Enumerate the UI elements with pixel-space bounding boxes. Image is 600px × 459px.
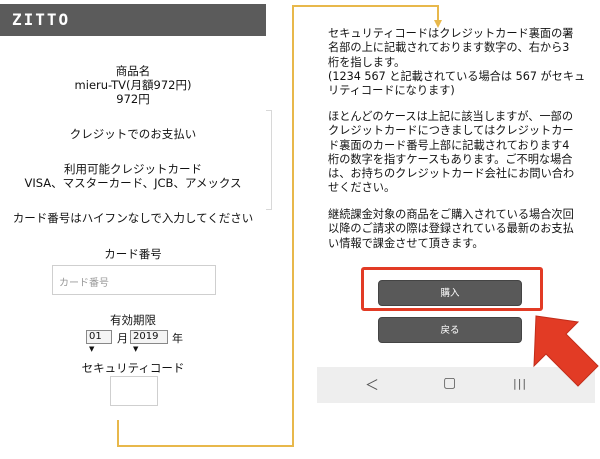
info-line: リティコードになります): [328, 84, 455, 98]
security-info-paragraph: セキュリティコードはクレジットカード裏面の署 名部の上に記載されております数字の…: [328, 27, 590, 98]
info-line: い情報で課金させて頂きます。: [328, 236, 484, 250]
back-button[interactable]: 戻る: [378, 317, 522, 343]
billing-info-paragraph: 継続課金対象の商品をご購入されている場合次回 以降のご請求の際は登録されている最…: [328, 208, 590, 251]
security-exception-paragraph: ほとんどのケースは上記に該当しますが、一部の クレジットカードにつきましてはクレ…: [328, 110, 590, 196]
info-line: 桁を指します。: [328, 55, 406, 69]
info-line: (1234 567 と記載されている場合は 567 がセキュ: [328, 69, 586, 83]
nav-home-icon[interactable]: ▢: [443, 375, 456, 391]
info-line: クレジットカードにつきましてはクレジットカー: [328, 124, 574, 138]
info-line: 継続課金対象の商品をご購入されている場合次回: [328, 208, 574, 221]
info-line: ほとんどのケースは上記に該当しますが、一部の: [328, 110, 574, 123]
info-line: セキュリティコードはクレジットカード裏面の署: [328, 27, 574, 40]
nav-back-icon[interactable]: ＜: [365, 375, 379, 395]
info-line: せください。: [328, 181, 396, 195]
info-line: ド裏面のカード番号上部に記載されております4: [328, 138, 570, 152]
info-line: 桁の数字を指すケースもあります。ご不明な場合: [328, 152, 573, 166]
info-line: 以降のご請求の際は登録されている最新のお支払: [328, 222, 574, 236]
info-line: 名部の上に記載されております数字の、右から3: [328, 41, 570, 55]
purchase-button[interactable]: 購入: [378, 280, 522, 306]
info-line: は、お持ちのクレジットカード会社にお問い合わ: [328, 167, 575, 181]
arrow-pointer-icon: [533, 315, 599, 387]
